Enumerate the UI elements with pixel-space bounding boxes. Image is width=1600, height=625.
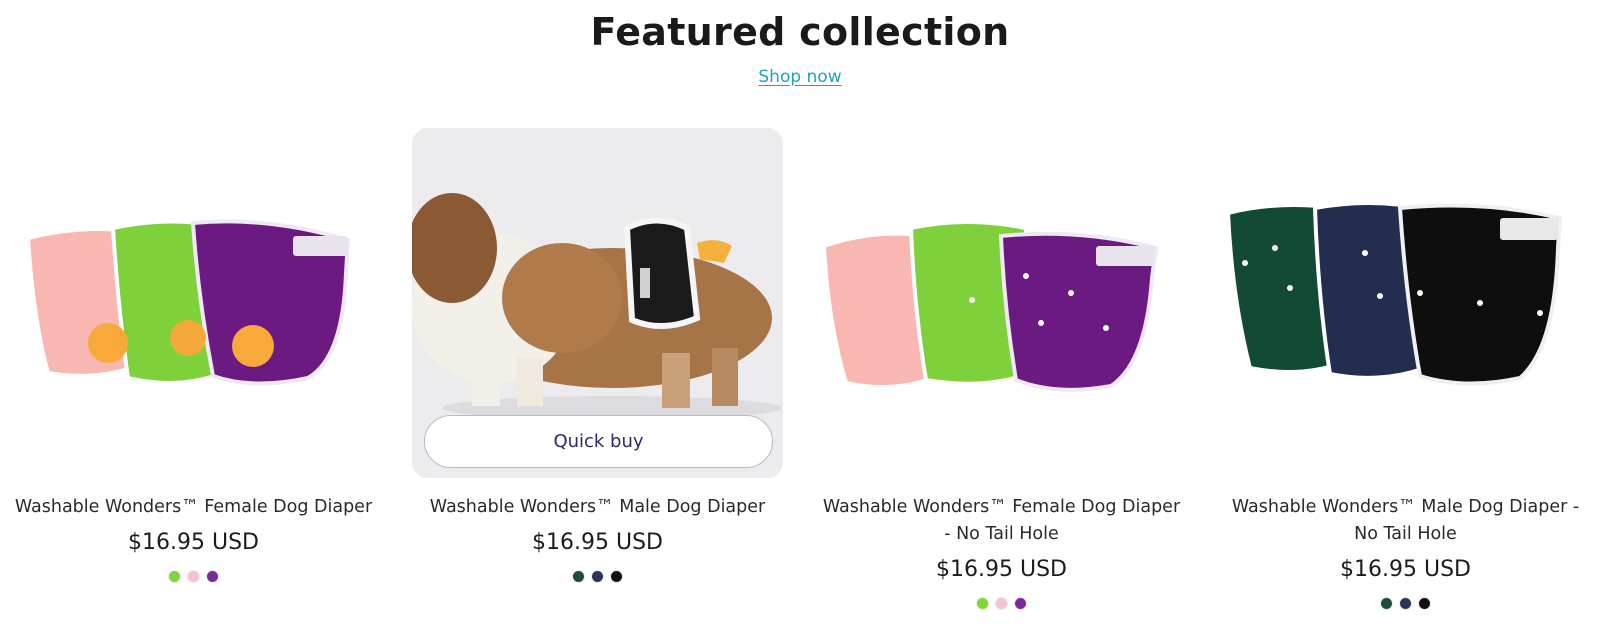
product-name[interactable]: Washable Wonders™ Male Dog Diaper - No T… (1220, 494, 1591, 548)
product-name[interactable]: Washable Wonders™ Male Dog Diaper (412, 494, 783, 521)
swatch-pink[interactable] (188, 571, 199, 582)
color-swatches (8, 571, 379, 582)
swatch-navy[interactable] (1400, 598, 1411, 609)
color-swatches (1220, 598, 1591, 609)
swatch-green[interactable] (977, 598, 988, 609)
diaper-set-no-tail-image (821, 220, 1159, 392)
swatch-green[interactable] (169, 571, 180, 582)
product-image[interactable] (8, 128, 379, 478)
swatch-dark-green[interactable] (1381, 598, 1392, 609)
product-price: $16.95 USD (936, 557, 1067, 582)
product-card[interactable]: Washable Wonders™ Female Dog Diaper $16.… (8, 128, 379, 582)
product-card[interactable]: Washable Wonders™ Female Dog Diaper - No… (816, 128, 1187, 609)
color-swatches (816, 598, 1187, 609)
product-price: $16.95 USD (128, 530, 259, 555)
product-image[interactable] (816, 128, 1187, 478)
swatch-black[interactable] (1419, 598, 1430, 609)
product-name[interactable]: Washable Wonders™ Female Dog Diaper - No… (816, 494, 1187, 548)
swatch-purple[interactable] (207, 571, 218, 582)
diaper-set-image (25, 219, 351, 386)
product-price: $16.95 USD (532, 530, 663, 555)
product-card[interactable]: Quick buy Washable Wonders™ Male Dog Dia… (412, 128, 783, 582)
color-swatches (412, 571, 783, 582)
swatch-navy[interactable] (592, 571, 603, 582)
shop-now-link[interactable]: Shop now (758, 67, 841, 87)
product-card[interactable]: Washable Wonders™ Male Dog Diaper - No T… (1220, 128, 1591, 609)
diaper-set-dark-image (1225, 201, 1563, 386)
swatch-purple[interactable] (1015, 598, 1026, 609)
quick-buy-button[interactable]: Quick buy (424, 415, 773, 468)
swatch-dark-green[interactable] (573, 571, 584, 582)
product-image[interactable] (1220, 128, 1591, 478)
product-name[interactable]: Washable Wonders™ Female Dog Diaper (8, 494, 379, 521)
swatch-pink[interactable] (996, 598, 1007, 609)
product-image[interactable]: Quick buy (412, 128, 783, 478)
section-title: Featured collection (590, 10, 1010, 54)
swatch-black[interactable] (611, 571, 622, 582)
product-price: $16.95 USD (1340, 557, 1471, 582)
shop-now-wrapper: Shop now (0, 67, 1600, 87)
